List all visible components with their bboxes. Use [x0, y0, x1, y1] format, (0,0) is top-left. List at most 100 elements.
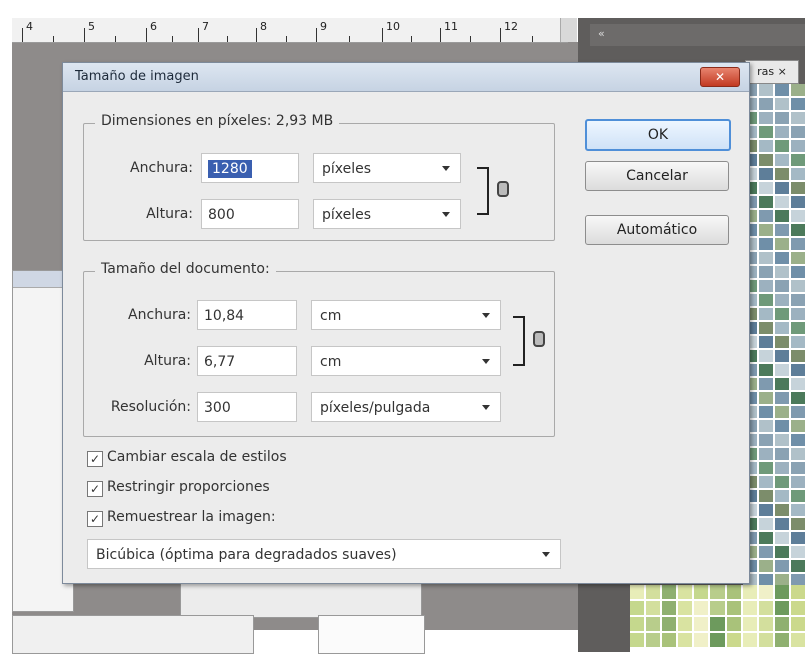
swatch-tile[interactable] — [775, 532, 789, 544]
swatch-tile[interactable] — [775, 140, 789, 152]
dialog-titlebar[interactable]: Tamaño de imagen ✕ — [63, 63, 749, 92]
swatch-tile[interactable] — [791, 364, 805, 376]
swatch-tile[interactable] — [726, 601, 741, 615]
swatch-tile[interactable] — [759, 378, 773, 390]
swatch-tile[interactable] — [775, 84, 789, 96]
swatch-tile[interactable] — [790, 585, 805, 599]
swatch-tile[interactable] — [775, 350, 789, 362]
swatch-tile[interactable] — [791, 238, 805, 250]
swatch-tile[interactable] — [791, 546, 805, 558]
swatch-tile[interactable] — [775, 378, 789, 390]
collapse-panel-icon[interactable]: « — [598, 27, 605, 40]
constrain-proportions-checkbox[interactable]: ✓ — [87, 481, 103, 497]
swatch-tile[interactable] — [630, 633, 645, 647]
swatch-tile[interactable] — [694, 585, 709, 599]
swatch-tile[interactable] — [662, 601, 677, 615]
swatch-tile[interactable] — [726, 585, 741, 599]
swatch-tile[interactable] — [791, 84, 805, 96]
swatch-tile[interactable] — [759, 280, 773, 292]
doc-width-unit-select[interactable]: cm — [311, 300, 501, 330]
swatch-tile[interactable] — [726, 633, 741, 647]
swatch-tile[interactable] — [791, 322, 805, 334]
swatch-tile[interactable] — [662, 617, 677, 631]
swatch-tile[interactable] — [775, 406, 789, 418]
swatch-tile[interactable] — [759, 448, 773, 460]
swatch-tile[interactable] — [759, 154, 773, 166]
pixel-height-input[interactable]: 800 — [201, 199, 299, 229]
pixel-width-input[interactable]: 1280 — [201, 153, 299, 183]
swatch-tile[interactable] — [759, 364, 773, 376]
swatch-tile[interactable] — [790, 633, 805, 647]
swatch-tile[interactable] — [630, 601, 645, 615]
resample-checkbox[interactable]: ✓ — [87, 511, 103, 527]
swatch-tile[interactable] — [759, 168, 773, 180]
swatch-tile[interactable] — [775, 98, 789, 110]
resolution-unit-select[interactable]: píxeles/pulgada — [311, 392, 501, 422]
swatch-tile[interactable] — [726, 617, 741, 631]
swatch-tile[interactable] — [774, 585, 789, 599]
swatch-tile[interactable] — [791, 336, 805, 348]
swatch-tile[interactable] — [759, 266, 773, 278]
doc-height-unit-select[interactable]: cm — [311, 346, 501, 376]
ruler-scroll-button[interactable] — [560, 18, 577, 42]
swatch-tile[interactable] — [710, 617, 725, 631]
swatch-tile[interactable] — [759, 518, 773, 530]
swatch-tile[interactable] — [774, 601, 789, 615]
swatch-tile[interactable] — [742, 617, 757, 631]
swatch-tile[interactable] — [775, 252, 789, 264]
swatch-tile[interactable] — [775, 196, 789, 208]
swatch-tile[interactable] — [758, 585, 773, 599]
swatch-tile[interactable] — [759, 532, 773, 544]
swatch-tile[interactable] — [791, 168, 805, 180]
swatch-tile[interactable] — [759, 462, 773, 474]
ok-button[interactable]: OK — [585, 119, 731, 151]
swatch-tile[interactable] — [775, 448, 789, 460]
swatch-tile[interactable] — [775, 210, 789, 222]
swatch-tile[interactable] — [791, 252, 805, 264]
swatch-tile[interactable] — [694, 617, 709, 631]
swatch-tile[interactable] — [759, 490, 773, 502]
swatch-tile[interactable] — [678, 617, 693, 631]
swatch-tile[interactable] — [775, 168, 789, 180]
swatch-tile[interactable] — [791, 434, 805, 446]
swatch-tile[interactable] — [791, 392, 805, 404]
swatch-tile[interactable] — [678, 633, 693, 647]
swatch-tile[interactable] — [774, 633, 789, 647]
swatch-tile[interactable] — [759, 504, 773, 516]
swatch-tile[interactable] — [791, 126, 805, 138]
swatch-tile[interactable] — [759, 238, 773, 250]
swatch-tile[interactable] — [791, 140, 805, 152]
cancel-button[interactable]: Cancelar — [585, 161, 729, 191]
pixel-height-unit-select[interactable]: píxeles — [313, 199, 461, 229]
swatch-tile[interactable] — [790, 601, 805, 615]
swatch-tile[interactable] — [791, 280, 805, 292]
panel-tab[interactable]: ras × — [745, 60, 799, 84]
swatch-grid[interactable] — [630, 585, 805, 652]
swatch-tile[interactable] — [775, 322, 789, 334]
resolution-input[interactable]: 300 — [197, 392, 297, 422]
swatch-tile[interactable] — [791, 294, 805, 306]
swatch-tile[interactable] — [759, 140, 773, 152]
swatch-tile[interactable] — [759, 182, 773, 194]
swatch-tile[interactable] — [791, 448, 805, 460]
swatch-tile[interactable] — [775, 280, 789, 292]
swatch-tile[interactable] — [694, 601, 709, 615]
swatch-tile[interactable] — [791, 154, 805, 166]
swatch-tile[interactable] — [759, 252, 773, 264]
swatch-tile[interactable] — [775, 392, 789, 404]
swatch-tile[interactable] — [791, 378, 805, 390]
swatch-tile[interactable] — [791, 308, 805, 320]
swatch-tile[interactable] — [775, 504, 789, 516]
swatch-tile[interactable] — [791, 462, 805, 474]
swatch-tile[interactable] — [775, 154, 789, 166]
swatch-tile[interactable] — [775, 336, 789, 348]
swatch-tile[interactable] — [775, 518, 789, 530]
swatch-tile[interactable] — [791, 182, 805, 194]
swatch-tile[interactable] — [791, 350, 805, 362]
swatch-tile[interactable] — [662, 633, 677, 647]
swatch-tile[interactable] — [759, 406, 773, 418]
swatch-tile[interactable] — [759, 420, 773, 432]
swatch-tile[interactable] — [759, 322, 773, 334]
swatch-tile[interactable] — [790, 617, 805, 631]
resample-method-select[interactable]: Bicúbica (óptima para degradados suaves) — [87, 539, 561, 569]
